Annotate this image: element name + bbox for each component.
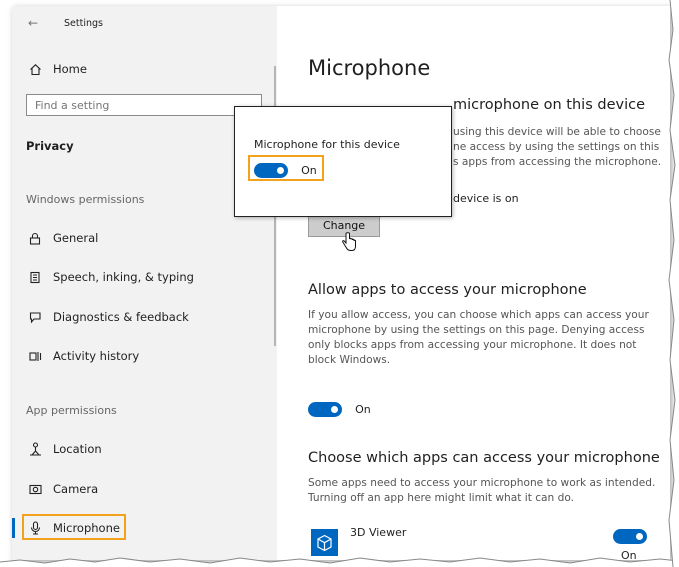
sidebar: ← Settings Home Privacy Windows permissi… [12,6,277,560]
section3-description: Some apps need to access your microphone… [308,477,656,504]
lock-icon [28,231,42,245]
section2-description: If you allow access, you can choose whic… [308,309,649,366]
desc-line: using this device will be able to choose [453,126,661,138]
selected-indicator [12,518,15,538]
sidebar-item-activity-history[interactable]: Activity history [28,346,139,366]
toggle-state-label: On [355,403,371,416]
desc-line: ne access by using the settings on this [453,141,660,153]
speech-icon [28,270,42,284]
apps-access-toggle[interactable] [308,402,342,417]
section2-heading: Allow apps to access your microphone [308,282,587,298]
search-input[interactable] [26,94,262,116]
microphone-highlight [22,514,126,540]
main-content: Microphone microphone on this device usi… [277,6,670,560]
popup-title: Microphone for this device [254,138,400,151]
sidebar-item-speech[interactable]: Speech, inking, & typing [28,267,194,287]
sidebar-item-label: Speech, inking, & typing [53,270,194,284]
torn-edge-bottom [0,557,679,567]
location-icon [28,442,42,456]
apps-access-toggle-row: On [308,399,371,418]
sidebar-item-label: Diagnostics & feedback [53,310,189,324]
sidebar-item-location[interactable]: Location [28,439,102,459]
sidebar-item-label: Camera [53,482,99,496]
desc-line: s apps from accessing the microphone. [453,156,662,168]
window-title: Settings [64,18,103,29]
camera-icon [28,482,42,496]
feedback-icon [28,310,42,324]
hand-cursor-icon [341,232,357,256]
sidebar-item-camera[interactable]: Camera [28,479,98,499]
timeline-icon [28,349,42,363]
section1-heading: microphone on this device [453,97,645,113]
sidebar-item-label: Home [53,62,87,76]
page-title: Microphone [308,56,431,80]
device-status-text: device is on [453,192,519,205]
popup-toggle-row: On [254,160,317,179]
sidebar-item-label: Activity history [53,349,140,363]
device-microphone-toggle[interactable] [254,163,288,178]
sidebar-item-diagnostics[interactable]: Diagnostics & feedback [28,307,189,327]
microphone-device-popup: Microphone for this device On [234,106,452,217]
app-name: 3D Viewer [350,526,407,539]
torn-edge-right [668,0,679,567]
settings-window: ← Settings Home Privacy Windows permissi… [12,6,670,560]
section3-heading: Choose which apps can access your microp… [308,450,660,466]
back-arrow-icon[interactable]: ← [28,16,38,30]
app-permissions-header: App permissions [26,404,117,417]
sidebar-item-general[interactable]: General [28,228,98,248]
sidebar-item-label: Location [53,442,102,456]
windows-permissions-header: Windows permissions [26,193,145,206]
sidebar-item-home[interactable]: Home [28,59,87,79]
section1-description: using this device will be able to choose… [453,125,661,170]
category-title: Privacy [26,139,74,153]
home-icon [28,62,42,76]
toggle-state-label: On [301,164,317,177]
sidebar-item-label: General [53,231,99,245]
